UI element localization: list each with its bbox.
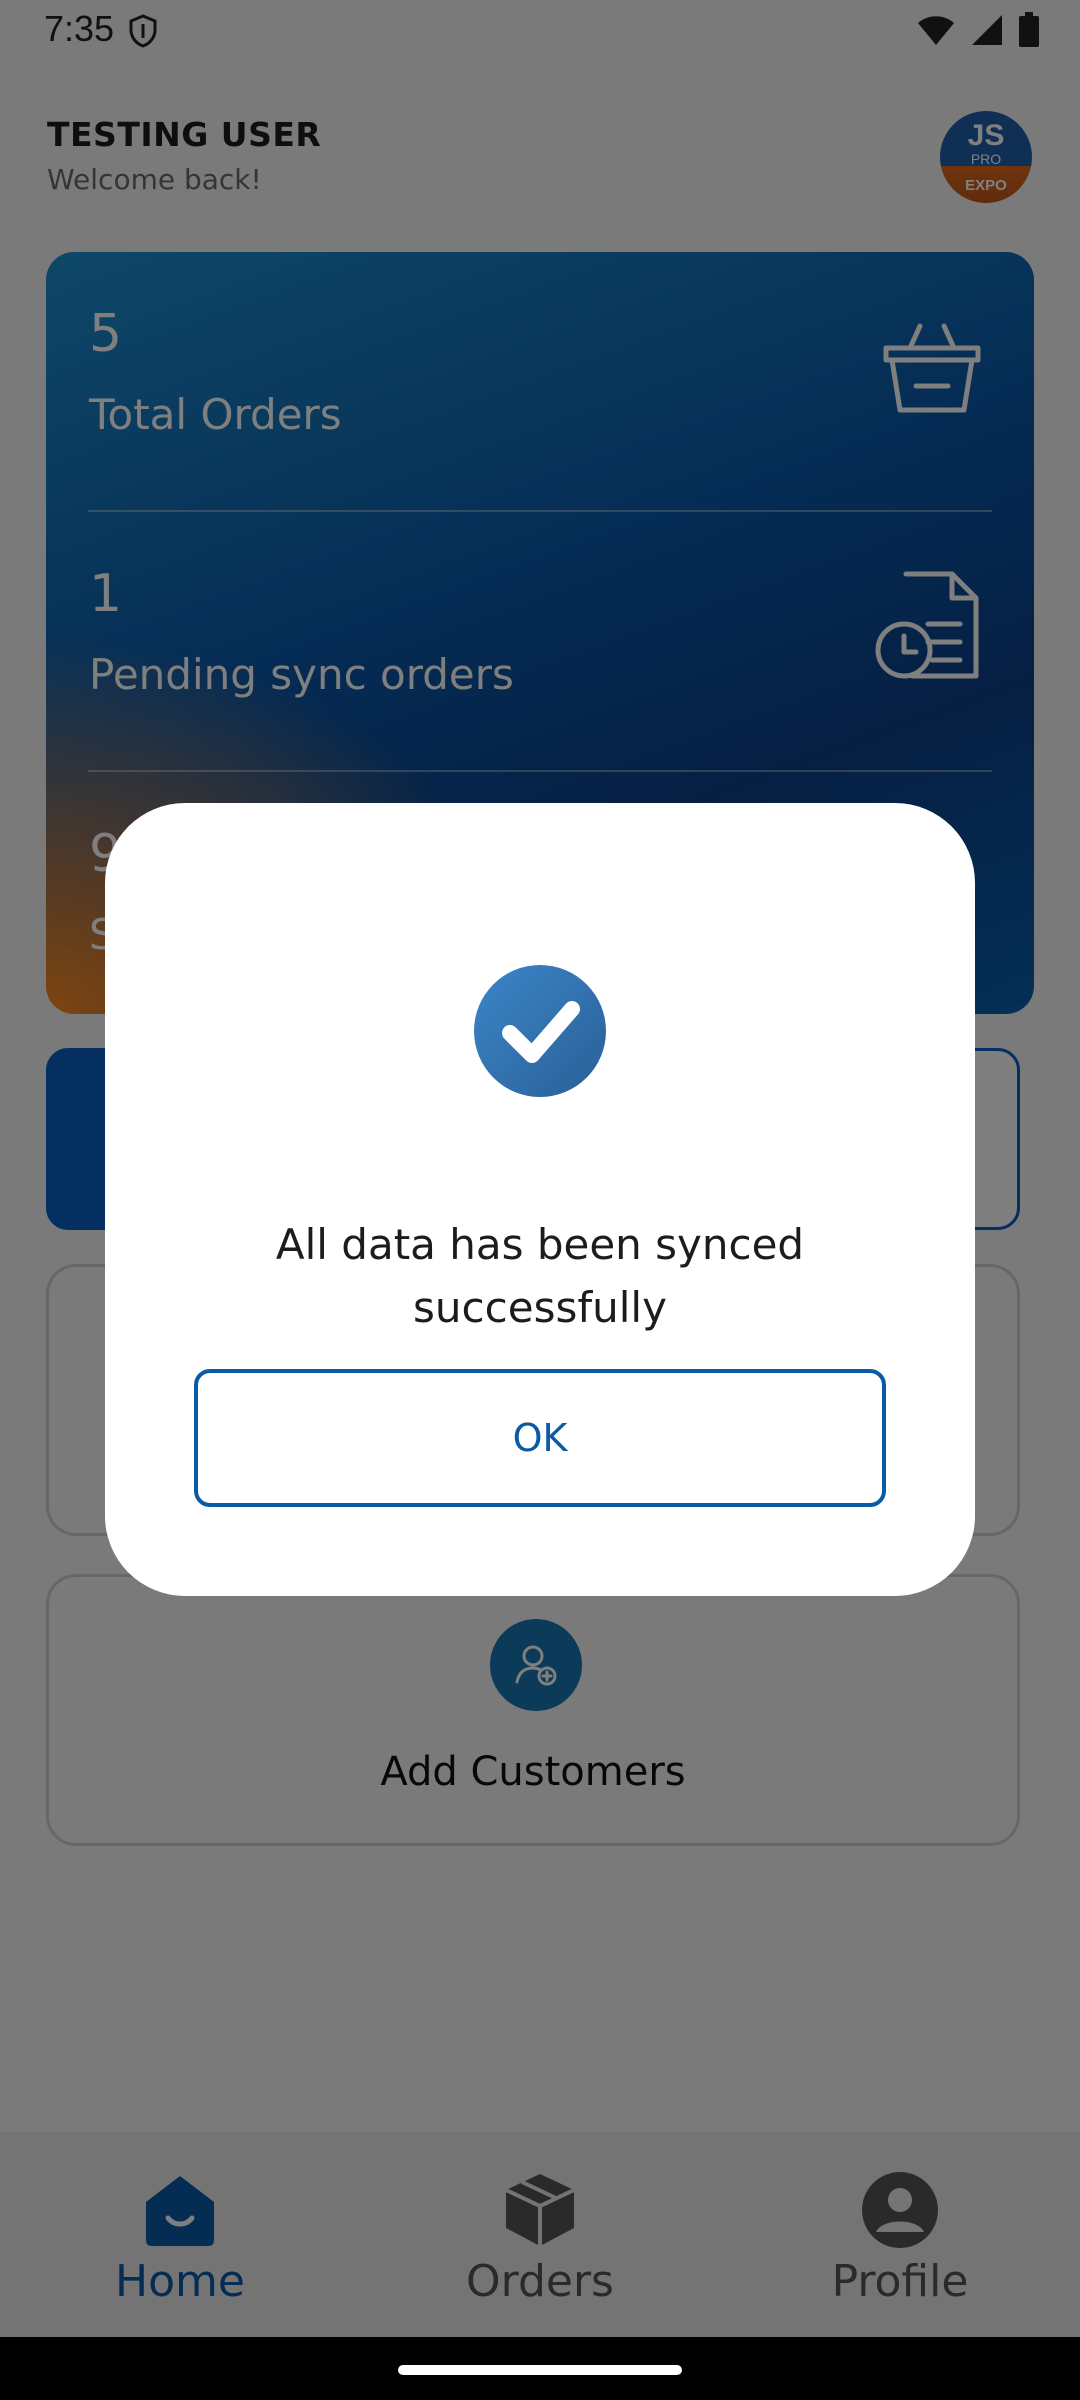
success-dialog: All data has been synced successfully OK (105, 803, 975, 1596)
gesture-bar (0, 2337, 1080, 2400)
check-circle-icon (472, 963, 608, 1103)
home-gesture-handle[interactable] (398, 2365, 682, 2375)
ok-button[interactable]: OK (194, 1369, 886, 1507)
dialog-message: All data has been synced successfully (275, 1220, 805, 1332)
